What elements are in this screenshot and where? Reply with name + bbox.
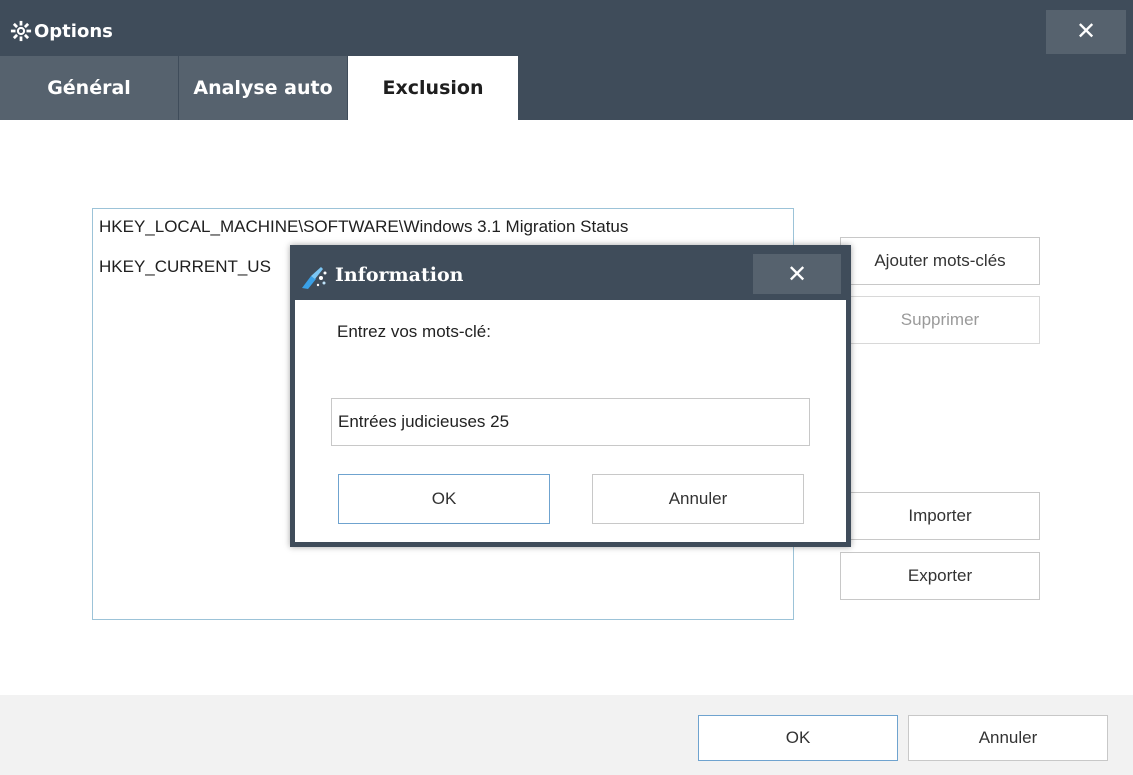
tab-bar: Général Analyse auto Exclusion [0, 56, 1133, 120]
list-item[interactable]: HKEY_CURRENT_US [99, 257, 271, 277]
cancel-button[interactable]: Annuler [908, 715, 1108, 761]
gear-icon [10, 20, 32, 42]
window-titlebar: Options ✕ [0, 0, 1133, 56]
dialog-prompt: Entrez vos mots-clé: [337, 322, 491, 341]
dialog-close-button[interactable]: ✕ [753, 254, 841, 294]
broom-sparkle-icon [302, 267, 327, 289]
tab-analyse-auto[interactable]: Analyse auto [179, 56, 347, 120]
add-keywords-button[interactable]: Ajouter mots-clés [840, 237, 1040, 285]
window-close-button[interactable]: ✕ [1046, 10, 1126, 54]
information-dialog: Information ✕ Entrez vos mots-clé: OK An… [290, 245, 851, 547]
keyword-input[interactable] [331, 398, 810, 446]
dialog-cancel-button[interactable]: Annuler [592, 474, 804, 524]
import-button[interactable]: Importer [840, 492, 1040, 540]
ok-button[interactable]: OK [698, 715, 898, 761]
window-title: Options [34, 21, 113, 42]
delete-button[interactable]: Supprimer [840, 296, 1040, 344]
export-button[interactable]: Exporter [840, 552, 1040, 600]
list-item[interactable]: HKEY_LOCAL_MACHINE\SOFTWARE\Windows 3.1 … [99, 217, 628, 237]
footer-bar: OK Annuler [0, 695, 1133, 775]
dialog-title: Information [335, 264, 464, 286]
dialog-ok-button[interactable]: OK [338, 474, 550, 524]
tab-general[interactable]: Général [0, 56, 179, 120]
dialog-titlebar: Information ✕ [295, 250, 846, 300]
tab-exclusion[interactable]: Exclusion [348, 56, 518, 120]
